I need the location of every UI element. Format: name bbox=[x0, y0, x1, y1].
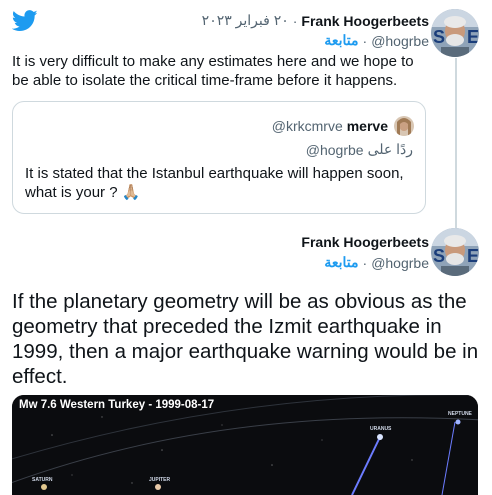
quote-reply-context: @hogrbe ردًا على bbox=[306, 141, 413, 158]
tweet1-author-name[interactable]: Frank Hoogerbeets bbox=[301, 13, 429, 29]
quote-header: @krkcmrve merve bbox=[272, 116, 414, 136]
separator-dot: · bbox=[362, 32, 368, 49]
saturn-label: SATURN bbox=[32, 477, 53, 483]
avatar[interactable]: S E bbox=[431, 228, 479, 276]
separator-dot: · bbox=[292, 12, 298, 29]
tweet1-date[interactable]: ٢٠ فبراير ٢٠٢٣ bbox=[202, 12, 289, 29]
svg-text:S: S bbox=[433, 27, 445, 47]
avatar[interactable]: S E bbox=[431, 9, 479, 57]
tweet1-header: ٢٠ فبراير ٢٠٢٣ · Frank Hoogerbeets bbox=[202, 12, 429, 29]
svg-text:S: S bbox=[433, 246, 445, 266]
uranus-marker bbox=[377, 434, 383, 440]
quote-reply-to-label: ردًا على bbox=[367, 141, 413, 157]
jupiter-marker bbox=[155, 484, 161, 490]
quote-handle: @krkcmrve bbox=[271, 118, 343, 134]
neptune-label: NEPTUNE bbox=[448, 411, 472, 417]
saturn-marker bbox=[41, 484, 47, 490]
quote-author-name: merve bbox=[346, 118, 388, 134]
separator-dot: · bbox=[362, 254, 368, 271]
tweet2-handle[interactable]: @hogrbe bbox=[371, 255, 429, 271]
tweet2-header: Frank Hoogerbeets bbox=[301, 234, 429, 250]
tweet2-text: If the planetary geometry will be as obv… bbox=[12, 290, 479, 388]
tweet1-subheader: متابعة · @hogrbe bbox=[324, 32, 429, 49]
svg-text:E: E bbox=[467, 246, 479, 266]
quote-text: It is stated that the Istanbul earthquak… bbox=[25, 165, 404, 201]
tweet1-follow-button[interactable]: متابعة bbox=[324, 32, 358, 49]
quote-reply-to-handle[interactable]: @hogrbe bbox=[306, 142, 364, 158]
uranus-label: URANUS bbox=[370, 426, 392, 432]
jupiter-label: JUPITER bbox=[149, 477, 171, 483]
neptune-marker bbox=[455, 419, 461, 425]
media-title: Mw 7.6 Western Turkey - 1999-08-17 bbox=[19, 399, 215, 411]
quote-avatar bbox=[394, 116, 414, 136]
svg-text:E: E bbox=[467, 27, 479, 47]
tweet2-follow-button[interactable]: متابعة bbox=[324, 254, 358, 271]
tweet2-subheader: متابعة · @hogrbe bbox=[324, 254, 429, 271]
tweet-media-image[interactable]: Mw 7.6 Western Turkey - 1999-08-17 URANU… bbox=[12, 395, 478, 495]
tweet1-text: It is very difficult to make any estimat… bbox=[12, 53, 414, 89]
twitter-logo-icon[interactable] bbox=[11, 10, 38, 32]
tweet2-author-name[interactable]: Frank Hoogerbeets bbox=[301, 234, 429, 250]
tweet1-handle[interactable]: @hogrbe bbox=[371, 33, 429, 49]
thread-connector-line bbox=[455, 58, 457, 228]
